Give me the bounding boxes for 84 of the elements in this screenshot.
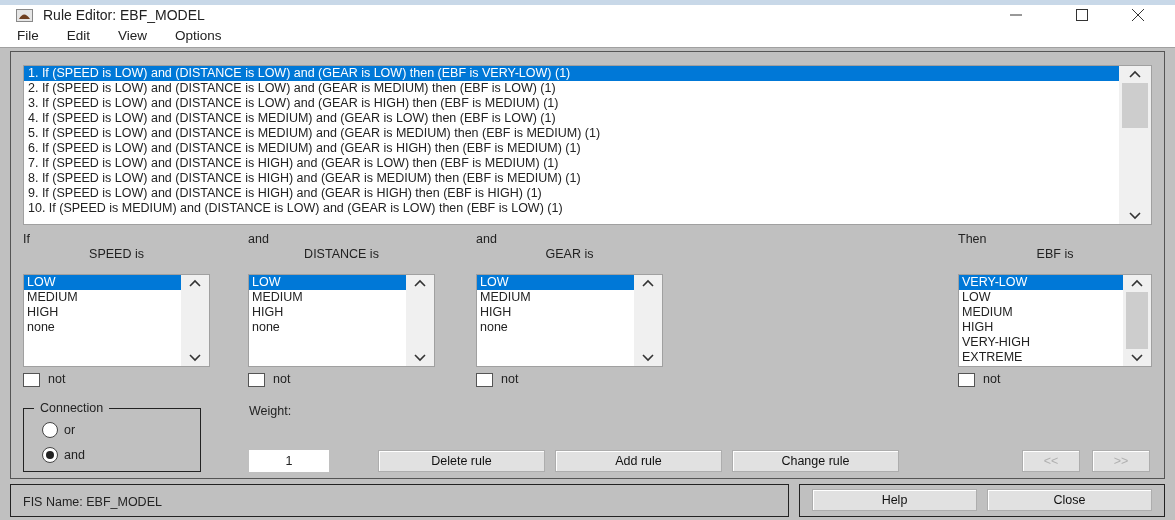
list-option[interactable]: LOW (477, 275, 634, 291)
list-option[interactable]: LOW (24, 275, 181, 291)
list-option[interactable]: none (477, 320, 634, 336)
scroll-down-icon[interactable] (413, 353, 427, 363)
not-label: not (48, 371, 66, 389)
weight-label: Weight: (249, 403, 293, 420)
scroll-up-icon[interactable] (413, 279, 427, 289)
variable-label: EBF is (1035, 246, 1075, 263)
radio-label: and (64, 446, 85, 464)
scroll-up-icon[interactable] (1128, 70, 1142, 80)
footer-button[interactable]: Close (987, 489, 1152, 512)
scroll-up-icon[interactable] (188, 279, 202, 289)
rule-item[interactable]: 4. If (SPEED is LOW) and (DISTANCE is MEDIUM) and (GEAR is LOW) then (EBF is LOW) (1) (24, 111, 1119, 127)
rule-item[interactable]: 1. If (SPEED is LOW) and (DISTANCE is LOW) and (GEAR is LOW) then (EBF is VERY-LOW) (1) (24, 66, 1119, 82)
list-option[interactable]: LOW (959, 290, 1123, 306)
variable-label: GEAR is (544, 246, 595, 263)
list-option[interactable]: VERY-LOW (959, 275, 1123, 291)
list-option[interactable]: VERY-HIGH (959, 335, 1123, 351)
connector-label: and (248, 232, 270, 247)
scrollbar[interactable] (181, 275, 209, 367)
variable-label: SPEED is (88, 246, 145, 263)
rule-button[interactable]: Change rule (732, 450, 899, 472)
radio-button[interactable] (42, 447, 58, 464)
list-option[interactable]: MEDIUM (24, 290, 181, 306)
not-checkbox[interactable] (476, 372, 493, 387)
list-option[interactable]: MEDIUM (959, 305, 1123, 321)
listbox[interactable]: VERY-LOW LOW MEDIUM HIGH VERY-HIGH EXTREME (958, 274, 1152, 368)
list-option[interactable]: HIGH (959, 320, 1123, 336)
rule-item[interactable]: 8. If (SPEED is LOW) and (DISTANCE is HIGH) and (GEAR is MEDIUM) then (EBF is MEDIUM) (1) (24, 171, 1119, 187)
rule-item[interactable]: 10. If (SPEED is MEDIUM) and (DISTANCE is LOW) and (GEAR is LOW) then (EBF is LOW) (1) (24, 201, 1119, 217)
menu-item[interactable]: Options (175, 26, 222, 47)
scrollbar[interactable] (1119, 66, 1151, 225)
rule-item[interactable]: 7. If (SPEED is LOW) and (DISTANCE is HIGH) and (GEAR is LOW) then (EBF is MEDIUM) (1) (24, 156, 1119, 172)
scroll-down-icon[interactable] (1128, 211, 1142, 221)
scrollbar[interactable] (406, 275, 434, 367)
scrollbar[interactable] (634, 275, 662, 367)
list-option[interactable]: LOW (249, 275, 406, 291)
list-option[interactable]: HIGH (249, 305, 406, 321)
radio-label: or (64, 422, 76, 439)
listbox[interactable]: LOW MEDIUM HIGH none (248, 274, 435, 368)
rule-item[interactable]: 6. If (SPEED is LOW) and (DISTANCE is MEDIUM) and (GEAR is HIGH) then (EBF is MEDIUM) (1) (24, 141, 1119, 157)
scroll-down-icon[interactable] (1130, 353, 1144, 363)
list-option[interactable]: HIGH (477, 305, 634, 321)
scroll-down-icon[interactable] (641, 353, 655, 363)
listbox[interactable]: LOW MEDIUM HIGH none (476, 274, 663, 368)
rule-button[interactable]: Delete rule (378, 450, 545, 472)
scrollbar-thumb[interactable] (1126, 292, 1148, 350)
rule-item[interactable]: 2. If (SPEED is LOW) and (DISTANCE is LOW) and (GEAR is MEDIUM) then (EBF is LOW) (1) (24, 81, 1119, 97)
menu-item[interactable]: File (17, 26, 39, 47)
not-label: not (983, 371, 1001, 389)
not-checkbox[interactable] (23, 372, 40, 387)
rule-list[interactable] (23, 65, 1152, 226)
menu-item[interactable]: Edit (66, 26, 91, 47)
list-option[interactable]: none (249, 320, 406, 336)
list-option[interactable]: MEDIUM (249, 290, 406, 306)
rule-button[interactable]: Add rule (555, 450, 722, 472)
listbox[interactable]: LOW MEDIUM HIGH none (23, 274, 210, 368)
not-checkbox[interactable] (248, 372, 265, 387)
rule-item[interactable]: 3. If (SPEED is LOW) and (DISTANCE is LOW) and (GEAR is HIGH) then (EBF is MEDIUM) (1) (24, 96, 1119, 112)
app-icon (16, 8, 33, 22)
rule-item[interactable]: 9. If (SPEED is LOW) and (DISTANCE is HIGH) and (GEAR is HIGH) then (EBF is HIGH) (1) (24, 186, 1119, 202)
connector-label: and (476, 232, 498, 247)
fis-name: FIS Name: EBF_MODEL (23, 495, 162, 509)
scroll-up-icon[interactable] (1130, 279, 1144, 289)
list-option[interactable]: MEDIUM (477, 290, 634, 306)
menu-item[interactable]: View (118, 26, 148, 47)
not-label: not (501, 371, 519, 389)
scrollbar-thumb[interactable] (1122, 83, 1148, 129)
list-option[interactable]: none (24, 320, 181, 336)
connector-label: If (23, 232, 31, 247)
radio-button[interactable] (42, 422, 58, 439)
scrollbar[interactable] (1123, 275, 1151, 367)
window-title: Rule Editor: EBF_MODEL (43, 5, 205, 25)
scroll-down-icon[interactable] (188, 353, 202, 363)
rule-item[interactable]: 5. If (SPEED is LOW) and (DISTANCE is MEDIUM) and (GEAR is MEDIUM) then (EBF is MEDIUM) (1) (24, 126, 1119, 142)
scroll-up-icon[interactable] (641, 279, 655, 289)
variable-label: DISTANCE is (303, 246, 380, 263)
not-checkbox[interactable] (958, 372, 975, 387)
footer-button[interactable]: Help (812, 489, 977, 512)
list-option[interactable]: EXTREME (959, 350, 1123, 366)
list-option[interactable]: HIGH (24, 305, 181, 321)
not-label: not (273, 371, 291, 389)
connector-label: Then (958, 232, 988, 247)
weight-field[interactable]: 1 (249, 450, 329, 472)
